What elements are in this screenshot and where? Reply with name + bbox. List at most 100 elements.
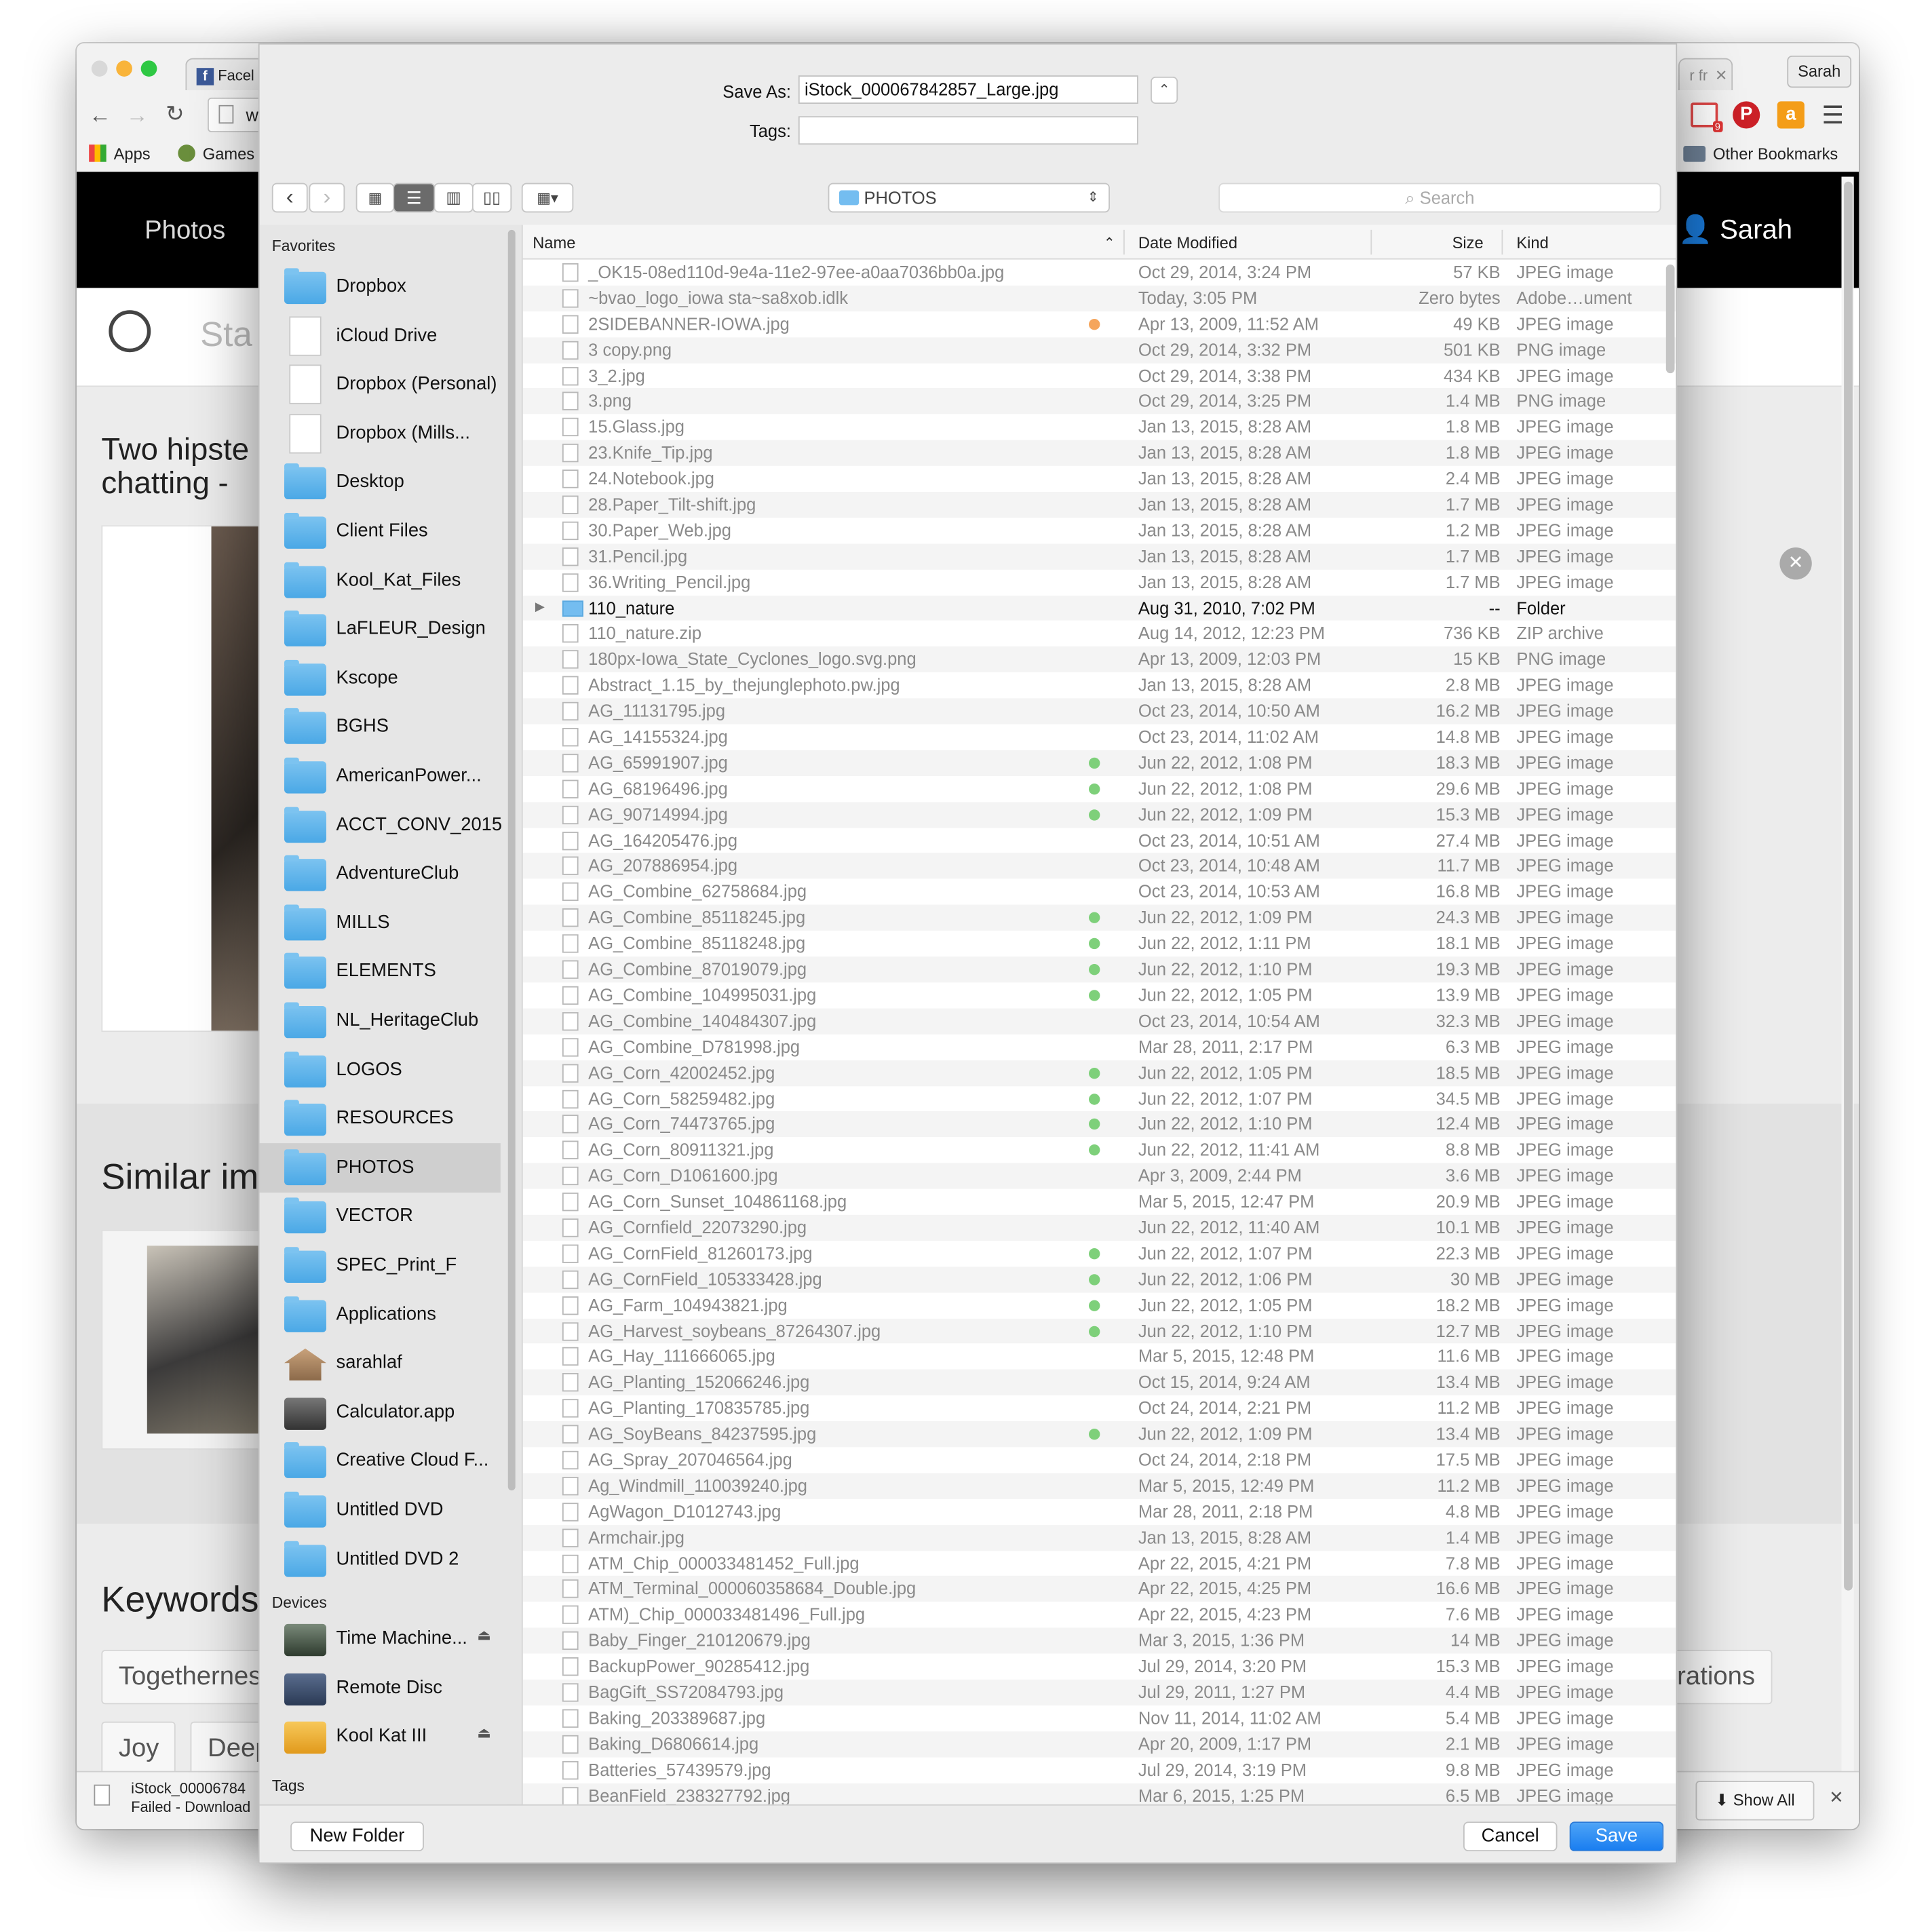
download-item[interactable]: iStock_00006784 Failed - Download — [131, 1779, 250, 1817]
file-row[interactable]: 180px-Iowa_State_Cyclones_logo.svg.png Ap… — [522, 646, 1676, 673]
file-row[interactable]: AG_Combine_87019079.jpg Jun 22, 2012, 1:1… — [522, 957, 1676, 983]
profile-button[interactable]: Sarah — [1787, 55, 1852, 88]
file-row[interactable]: Baking_203389687.jpg Nov 11, 2014, 11:02 … — [523, 1705, 1676, 1731]
expand-dialog-button[interactable]: ⌃ — [1151, 76, 1178, 104]
main-photo[interactable] — [211, 526, 264, 1031]
zoom-window-button[interactable] — [140, 60, 157, 77]
column-divider[interactable] — [1370, 229, 1372, 255]
file-row[interactable]: AG_68196496.jpg Jun 22, 2012, 1:08 PM 29.6… — [523, 776, 1676, 802]
icon-view-button[interactable]: ▦ — [355, 182, 395, 213]
file-row[interactable]: Baking_D6806614.jpg Apr 20, 2009, 1:17 PM… — [522, 1731, 1676, 1757]
sidebar-item[interactable]: Dropbox (Mills... — [260, 409, 501, 459]
file-row[interactable]: 2SIDEBANNER-IOWA.jpg Apr 13, 2009, 11:52 … — [523, 311, 1676, 337]
sidebar-item[interactable]: Untitled DVD — [260, 1486, 501, 1535]
file-row[interactable]: AG_Planting_152066246.jpg Oct 15, 2014, 9… — [522, 1370, 1676, 1396]
sidebar-item[interactable]: AdventureClub — [260, 849, 501, 899]
minimize-window-button[interactable] — [116, 60, 132, 77]
file-row[interactable]: AG_Combine_140484307.jpg Oct 23, 2014, 10… — [522, 1008, 1676, 1035]
file-row[interactable]: AG_Planting_170835785.jpg Oct 24, 2014, 2… — [523, 1395, 1676, 1421]
sidebar-item[interactable]: VECTOR — [260, 1192, 501, 1241]
file-row[interactable]: Baby_Finger_210120679.jpg Mar 3, 2015, 1:… — [522, 1627, 1676, 1654]
save-button[interactable]: Save — [1569, 1821, 1664, 1852]
sidebar-item[interactable]: PHOTOS — [259, 1142, 501, 1193]
sidebar-item[interactable]: LOGOS — [260, 1045, 501, 1095]
list-view-button[interactable]: ☰ — [393, 182, 436, 213]
file-row[interactable]: BackupPower_90285412.jpg Jul 29, 2014, 3:… — [523, 1654, 1676, 1680]
name-column-header[interactable]: Name — [533, 233, 575, 252]
cancel-button[interactable]: Cancel — [1463, 1821, 1558, 1852]
file-row[interactable]: AG_65991907.jpg Jun 22, 2012, 1:08 PM 18.3… — [522, 750, 1676, 776]
file-row[interactable]: AG_Spray_207046564.jpg Oct 24, 2014, 2:18… — [523, 1447, 1676, 1473]
file-row[interactable]: AG_SoyBeans_84237595.jpg Jun 22, 2012, 1:… — [522, 1421, 1676, 1448]
file-row[interactable]: AG_Corn_80911321.jpg Jun 22, 2012, 11:41 … — [523, 1138, 1676, 1163]
column-divider[interactable] — [1123, 229, 1125, 255]
bookmark-other[interactable]: Other Bookmarks — [1683, 144, 1838, 163]
size-column-header[interactable]: Size — [1452, 233, 1484, 252]
file-row[interactable]: 36.Writing_Pencil.jpg Jan 13, 2015, 8:28 … — [523, 569, 1676, 595]
tags-input[interactable] — [798, 116, 1138, 145]
pinterest-icon[interactable]: P — [1733, 101, 1760, 129]
file-row[interactable]: AG_Corn_Sunset_104861168.jpg Mar 5, 2015,… — [523, 1189, 1676, 1215]
coverflow-view-button[interactable]: ▯▯ — [471, 182, 512, 213]
keyword-chip[interactable]: Togethernes — [101, 1650, 275, 1705]
file-row[interactable]: Abstract_1.15_by_thejunglephoto.pw.jpg Ja… — [523, 673, 1676, 699]
sidebar-item[interactable]: AmericanPower... — [260, 752, 501, 801]
site-search-input[interactable]: Sta — [200, 315, 252, 355]
close-tab-icon[interactable]: ✕ — [1715, 66, 1727, 84]
file-row[interactable]: AG_Corn_58259482.jpg Jun 22, 2012, 1:07 P… — [523, 1085, 1676, 1111]
file-row[interactable]: AG_11131795.jpg Oct 23, 2014, 10:50 AM 16.… — [522, 698, 1676, 724]
close-window-button[interactable] — [91, 60, 108, 77]
file-row[interactable]: Armchair.jpg Jan 13, 2015, 8:28 AM 1.4 MB J… — [522, 1524, 1676, 1551]
file-row[interactable]: AG_Farm_104943821.jpg Jun 22, 2012, 1:05 … — [523, 1292, 1676, 1318]
sidebar-item[interactable]: Client Files — [260, 507, 501, 556]
keyword-chip[interactable]: rations — [1668, 1650, 1773, 1705]
file-row[interactable]: AG_Combine_D781998.jpg Mar 28, 2011, 2:17… — [523, 1034, 1676, 1060]
forward-icon[interactable]: → — [126, 102, 149, 128]
page-scrollbar[interactable] — [1841, 176, 1854, 1771]
nav-photos[interactable]: Photos — [144, 216, 225, 246]
page-scrollbar-thumb[interactable] — [1844, 181, 1853, 1591]
file-row[interactable]: 110_nature.zip Aug 14, 2012, 12:23 PM 736 … — [523, 621, 1676, 646]
back-button[interactable]: ‹ — [271, 182, 308, 213]
file-row[interactable]: _OK15-08ed110d-9e4a-11e2-97ee-a0aa7036bb… — [523, 260, 1676, 286]
sidebar-item[interactable]: iCloud Drive — [260, 311, 501, 360]
device-item[interactable]: Kool Kat III ⏏ — [260, 1712, 501, 1762]
forward-button[interactable]: › — [309, 182, 345, 213]
sidebar-item[interactable]: MILLS — [260, 898, 501, 948]
file-row[interactable]: AG_14155324.jpg Oct 23, 2014, 11:02 AM 14.… — [523, 724, 1676, 750]
show-all-button[interactable]: ⬇ Show All — [1695, 1781, 1815, 1821]
file-row[interactable]: ATM_Terminal_000060358684_Double.jpg Apr … — [522, 1576, 1676, 1602]
file-row[interactable]: 28.Paper_Tilt-shift.jpg Jan 13, 2015, 8:2… — [522, 492, 1676, 518]
file-row[interactable]: AG_Combine_62758684.jpg Oct 23, 2014, 10:… — [523, 879, 1676, 905]
eject-icon[interactable]: ⏏ — [477, 1724, 491, 1742]
file-row[interactable]: 30.Paper_Web.jpg Jan 13, 2015, 8:28 AM 1.2… — [523, 518, 1676, 543]
folder-row[interactable]: ▶ 110_nature Aug 31, 2010, 7:02 PM -- Folder — [522, 595, 1676, 621]
file-row[interactable]: ATM_Chip_000033481452_Full.jpg Apr 22, 20… — [523, 1551, 1676, 1577]
sidebar-item[interactable]: ACCT_CONV_2015 — [260, 800, 502, 850]
file-row[interactable]: AG_Corn_42002452.jpg Jun 22, 2012, 1:05 P… — [522, 1060, 1676, 1086]
column-view-button[interactable]: ▥ — [433, 182, 474, 213]
sidebar-item[interactable]: Calculator.app — [260, 1388, 501, 1437]
file-row[interactable]: 15.Glass.jpg Jan 13, 2015, 8:28 AM 1.8 MB J… — [523, 414, 1676, 440]
device-item[interactable]: Remote Disc — [260, 1663, 501, 1712]
new-folder-button[interactable]: New Folder — [290, 1821, 424, 1852]
similar-photo[interactable] — [147, 1245, 264, 1434]
save-as-input[interactable]: iStock_000067842857_Large.jpg — [798, 75, 1138, 104]
column-divider[interactable] — [1501, 229, 1503, 255]
file-row[interactable]: ~bvao_logo_iowa sta~sa8xob.idlk Today, 3:… — [522, 285, 1676, 311]
file-list-scrollbar[interactable] — [1662, 260, 1676, 1804]
arrange-button[interactable]: ▦▾ — [521, 182, 574, 213]
date-column-header[interactable]: Date Modified — [1138, 233, 1237, 252]
file-row[interactable]: AG_164205476.jpg Oct 23, 2014, 10:51 AM 27… — [523, 828, 1676, 853]
file-row[interactable]: BagGift_SS72084793.jpg Jul 29, 2011, 1:27… — [522, 1679, 1676, 1705]
file-row[interactable]: AG_CornField_105333428.jpg Jun 22, 2012, … — [522, 1266, 1676, 1292]
file-row[interactable]: AG_Combine_104995031.jpg Jun 22, 2012, 1:… — [523, 982, 1676, 1008]
bookmark-games[interactable]: Games — [178, 144, 254, 163]
device-item[interactable]: Time Machine... ⏏ — [260, 1614, 501, 1663]
file-row[interactable]: AG_90714994.jpg Jun 22, 2012, 1:09 PM 15.3… — [522, 801, 1676, 828]
file-row[interactable]: AG_Cornfield_22073290.jpg Jun 22, 2012, 1… — [522, 1214, 1676, 1241]
sidebar-item[interactable]: RESOURCES — [260, 1094, 501, 1144]
file-row[interactable]: 24.Notebook.jpg Jan 13, 2015, 8:28 AM 2.4 … — [523, 466, 1676, 492]
file-row[interactable]: AG_207886954.jpg Oct 23, 2014, 10:48 AM 11… — [522, 853, 1676, 879]
close-icon[interactable]: ✕ — [1779, 547, 1812, 580]
